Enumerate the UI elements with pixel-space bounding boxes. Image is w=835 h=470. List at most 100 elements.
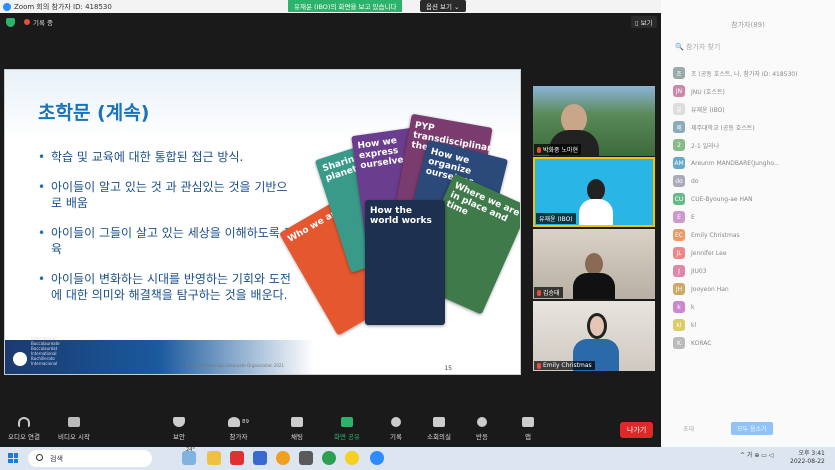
participant-row[interactable]: JL Jennifer Lee xyxy=(673,244,833,262)
zoom-taskbar-icon[interactable] xyxy=(370,451,384,465)
share-screen-button[interactable]: 화면 공유 xyxy=(334,417,360,441)
person-head xyxy=(585,253,603,275)
participant-row[interactable]: 2 2-1 일라나 xyxy=(673,136,833,154)
weather-temp: 24° xyxy=(186,447,195,453)
participant-name: 유재윤 (IBO) xyxy=(536,213,576,224)
ib-logo-icon xyxy=(13,352,27,366)
video-tile-active-speaker[interactable]: 유재윤 (IBO) xyxy=(533,157,655,227)
mute-all-button[interactable]: 모두 음소거 xyxy=(731,422,773,435)
participant-row[interactable]: JH Jooyeon Han xyxy=(673,280,833,298)
person-head xyxy=(587,313,607,339)
participant-count: 89 xyxy=(242,419,249,425)
participant-row[interactable]: K KORAC xyxy=(673,334,833,352)
search-icon xyxy=(36,454,43,461)
avatar: 유 xyxy=(673,103,685,115)
participant-row[interactable]: 조조 (공동 호스트, 나, 참가자 ID: 418530) xyxy=(673,64,833,82)
avatar: K xyxy=(673,337,685,349)
zoom-logo-icon xyxy=(3,2,11,11)
headphone-icon xyxy=(17,417,30,427)
kakaotalk-icon[interactable] xyxy=(345,451,359,465)
participant-row[interactable]: J JIU03 xyxy=(673,262,833,280)
share-arrow-icon xyxy=(341,417,353,427)
record-button[interactable]: 기록 xyxy=(390,417,402,441)
participant-row[interactable]: kk xyxy=(673,298,833,316)
rooms-grid-icon xyxy=(432,417,445,427)
view-button[interactable]: ▯ 보기 xyxy=(631,16,657,28)
system-tray[interactable]: ^ 가 ⊕ ▭ ◁ xyxy=(740,450,774,459)
participant-row[interactable]: do do xyxy=(673,172,833,190)
leave-button[interactable]: 나가기 xyxy=(620,422,654,438)
reactions-button[interactable]: 반응 xyxy=(476,417,488,441)
app-icon[interactable] xyxy=(299,451,313,465)
video-off-icon xyxy=(67,417,80,427)
apps-icon xyxy=(522,417,534,427)
participant-row[interactable]: 유 유재윤 (IBO) xyxy=(673,100,833,118)
avatar: AM xyxy=(673,157,685,169)
chrome-icon[interactable] xyxy=(276,451,290,465)
participant-row[interactable]: CU CUE-Byoung-ae HAN xyxy=(673,190,833,208)
participant-name: 김승태 xyxy=(534,287,563,298)
video-tile[interactable]: 박화중 노마현 xyxy=(533,86,655,156)
meeting-toolbar: 오디오 연결 비디오 시작 보안 89 참가자 채팅 화면 공유 기록 소회의실 … xyxy=(0,413,661,447)
slide-bullets: 학습 및 교육에 대한 통합된 접근 방식. 아이들이 알고 있는 것 과 관심… xyxy=(38,149,298,317)
panel-title: 참가자(89) xyxy=(731,21,765,29)
security-shield-icon[interactable] xyxy=(6,18,15,27)
video-start-button[interactable]: 비디오 시작 xyxy=(58,417,90,441)
chat-button[interactable]: 채팅 xyxy=(291,417,303,441)
avatar: JN xyxy=(673,85,685,97)
person-body xyxy=(579,199,613,225)
slide-copyright: © International Baccalaureate Organizati… xyxy=(185,363,285,368)
mic-muted-icon xyxy=(537,289,541,296)
shield-icon xyxy=(173,417,185,427)
mic-muted-icon xyxy=(537,146,541,153)
avatar: J xyxy=(673,265,685,277)
participants-icon-row: 89 xyxy=(228,417,249,427)
bullet-item: 아이들이 변화하는 시대를 반영하는 기회와 도전에 대한 의미와 해결책을 탐… xyxy=(38,271,298,303)
weather-icon[interactable] xyxy=(182,451,196,465)
avatar: CU xyxy=(673,193,685,205)
shared-slide: 초학문 (계속) 학습 및 교육에 대한 통합된 접근 방식. 아이들이 알고 … xyxy=(4,69,521,375)
taskbar-search-box[interactable]: 검색 xyxy=(28,450,152,467)
avatar: k xyxy=(673,301,685,313)
participant-row[interactable]: EE xyxy=(673,208,833,226)
slide-footer xyxy=(5,340,520,374)
participants-panel: 참가자(89) 🔍 참가자 찾기 조조 (공동 호스트, 나, 참가자 ID: … xyxy=(661,0,835,447)
slide-page-number: 15 xyxy=(444,365,452,372)
app-icon[interactable] xyxy=(253,451,267,465)
video-tile[interactable]: 김승태 xyxy=(533,229,655,299)
person-head xyxy=(587,179,605,201)
participant-row[interactable]: 제 제주대학교 (공동 호스트) xyxy=(673,118,833,136)
participants-button[interactable]: 89 참가자 xyxy=(228,417,249,441)
view-options-button[interactable]: 옵션 보기 ⌄ xyxy=(420,0,466,12)
record-icon xyxy=(390,417,401,427)
bullet-item: 아이들이 그들이 살고 있는 세상을 이해하도록 교육 xyxy=(38,225,298,257)
windows-start-icon[interactable] xyxy=(8,453,18,463)
breakout-rooms-button[interactable]: 소회의실 xyxy=(427,417,451,441)
participant-row[interactable]: EC Emily Christmas xyxy=(673,226,833,244)
audio-connect-button[interactable]: 오디오 연결 xyxy=(8,417,40,441)
avatar: JH xyxy=(673,283,685,295)
taskbar-clock[interactable]: 오후 3:41 2022-08-22 xyxy=(790,450,825,466)
chrome-icon[interactable] xyxy=(322,451,336,465)
avatar: E xyxy=(673,211,685,223)
people-icon xyxy=(228,417,240,427)
windows-taskbar: 검색 24° ^ 가 ⊕ ▭ ◁ 오후 3:41 2022-08-22 xyxy=(0,447,835,470)
participant-row[interactable]: kl kl xyxy=(673,316,833,334)
video-tile[interactable]: Emily Christmas xyxy=(533,301,655,371)
mic-muted-icon xyxy=(537,362,541,369)
security-button[interactable]: 보안 xyxy=(173,417,185,441)
apps-button[interactable]: 앱 xyxy=(522,417,534,441)
panel-footer: 초대 모두 음소거 xyxy=(661,420,835,436)
ib-org-name: International Baccalaureate Baccalauréat… xyxy=(31,336,60,366)
participant-row[interactable]: JN JNU (호스트) xyxy=(673,82,833,100)
app-icon[interactable] xyxy=(230,451,244,465)
recording-indicator[interactable]: 기록 중 xyxy=(24,17,53,27)
theme-card: How the world works xyxy=(365,200,445,325)
file-explorer-icon[interactable] xyxy=(207,451,221,465)
invite-button[interactable]: 초대 xyxy=(683,424,694,433)
person-body xyxy=(573,273,615,299)
participant-row[interactable]: AM Areunm MANDBARE(Jungho... xyxy=(673,154,833,172)
avatar: EC xyxy=(673,229,685,241)
participant-search-input[interactable]: 🔍 참가자 찾기 xyxy=(675,42,720,52)
bullet-item: 학습 및 교육에 대한 통합된 접근 방식. xyxy=(38,149,298,165)
